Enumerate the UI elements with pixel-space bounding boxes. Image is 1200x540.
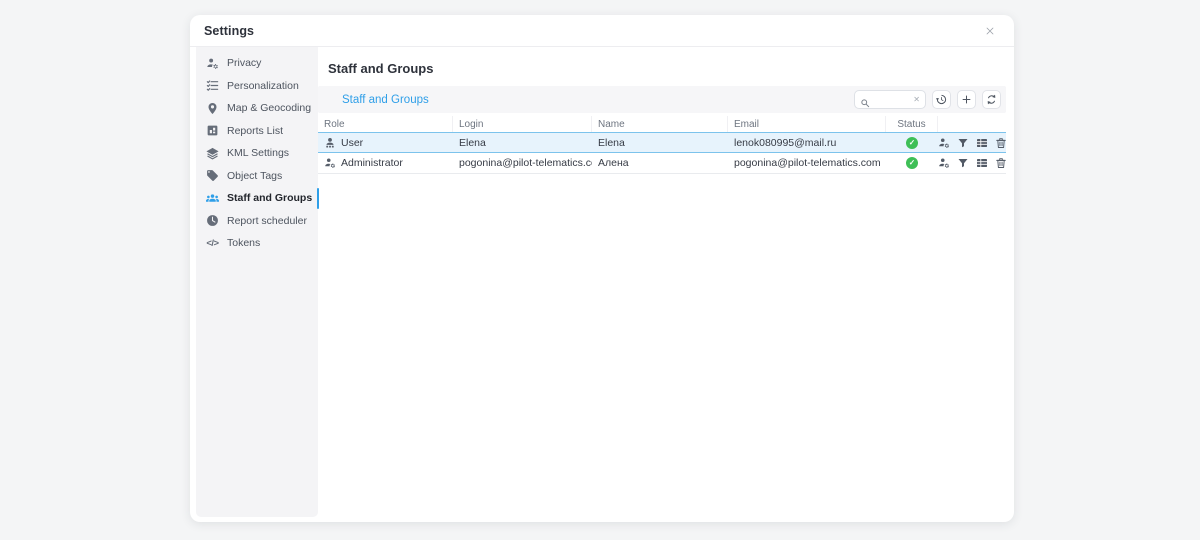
delete-icon[interactable] [995,157,1007,169]
add-button[interactable] [957,90,976,109]
table-view-icon[interactable] [976,157,988,169]
sidebar-item-label: Object Tags [227,170,282,182]
sidebar-item-tokens[interactable]: </> Tokens [196,232,318,255]
map-pin-icon [206,102,219,115]
column-header-role: Role [318,116,453,132]
clock-icon [206,214,219,227]
login-value: pogonina@pilot-telematics.com [453,157,592,169]
role-value: Administrator [341,157,403,169]
email-value: pogonina@pilot-telematics.com [728,157,886,169]
sidebar-item-staff-and-groups[interactable]: Staff and Groups [196,187,318,210]
column-header-login: Login [453,116,592,132]
table-row[interactable]: Administrator pogonina@pilot-telematics.… [318,153,1006,174]
sidebar-item-label: Map & Geocoding [227,102,311,114]
delete-icon[interactable] [995,137,1007,149]
login-value: Elena [453,137,592,149]
staff-table: Role Login Name Email Status User Elena … [318,116,1006,174]
name-value: Алена [592,157,728,169]
main-panel: Staff and Groups Staff and Groups ✕ [318,47,1014,522]
name-value: Elena [592,137,728,149]
filter-icon[interactable] [957,137,969,149]
close-icon [984,25,996,37]
sidebar-item-label: Tokens [227,237,260,249]
sidebar-item-object-tags[interactable]: Object Tags [196,165,318,188]
settings-sidebar: Privacy Personalization Map & Geocoding … [196,47,318,517]
admin-role-icon [324,157,336,169]
tab-staff-and-groups[interactable]: Staff and Groups [342,94,429,106]
groups-icon [206,192,219,205]
code-icon: </> [206,237,219,250]
status-active-icon [906,137,918,149]
sidebar-item-label: KML Settings [227,147,289,159]
plus-icon [961,94,972,105]
sidebar-item-privacy[interactable]: Privacy [196,52,318,75]
sidebar-item-label: Privacy [227,57,261,69]
sidebar-item-kml-settings[interactable]: KML Settings [196,142,318,165]
table-header: Role Login Name Email Status [318,116,1006,132]
sidebar-item-map-geocoding[interactable]: Map & Geocoding [196,97,318,120]
history-icon [936,94,947,105]
person-gear-icon [206,57,219,70]
clear-search-icon[interactable]: ✕ [913,96,920,104]
close-button[interactable] [982,23,998,39]
column-header-actions [938,116,1006,132]
column-header-status: Status [886,116,938,132]
table-row[interactable]: User Elena Elena lenok080995@mail.ru [318,132,1006,153]
search-icon [860,95,870,105]
layers-icon [206,147,219,160]
refresh-icon [986,94,997,105]
manage-user-icon[interactable] [938,137,950,149]
manage-user-icon[interactable] [938,157,950,169]
sidebar-item-report-scheduler[interactable]: Report scheduler [196,210,318,233]
toolbar: Staff and Groups ✕ [318,86,1006,113]
history-button[interactable] [932,90,951,109]
email-value: lenok080995@mail.ru [728,137,886,149]
sidebar-item-label: Report scheduler [227,215,307,227]
sidebar-item-reports-list[interactable]: Reports List [196,120,318,143]
settings-dialog: Settings Privacy Personalization Map & G… [190,15,1014,522]
checklist-icon [206,79,219,92]
refresh-button[interactable] [982,90,1001,109]
sidebar-item-label: Reports List [227,125,283,137]
search-box[interactable]: ✕ [854,90,926,109]
user-role-icon [324,137,336,149]
search-input[interactable] [873,94,910,105]
sidebar-item-label: Personalization [227,80,299,92]
tag-icon [206,169,219,182]
sidebar-item-personalization[interactable]: Personalization [196,75,318,98]
page-title: Staff and Groups [328,61,1006,76]
table-view-icon[interactable] [976,137,988,149]
report-card-icon [206,124,219,137]
column-header-name: Name [592,116,728,132]
dialog-title: Settings [204,24,254,38]
dialog-header: Settings [190,15,1014,47]
filter-icon[interactable] [957,157,969,169]
role-value: User [341,137,363,149]
column-header-email: Email [728,116,886,132]
status-active-icon [906,157,918,169]
sidebar-item-label: Staff and Groups [227,192,312,204]
